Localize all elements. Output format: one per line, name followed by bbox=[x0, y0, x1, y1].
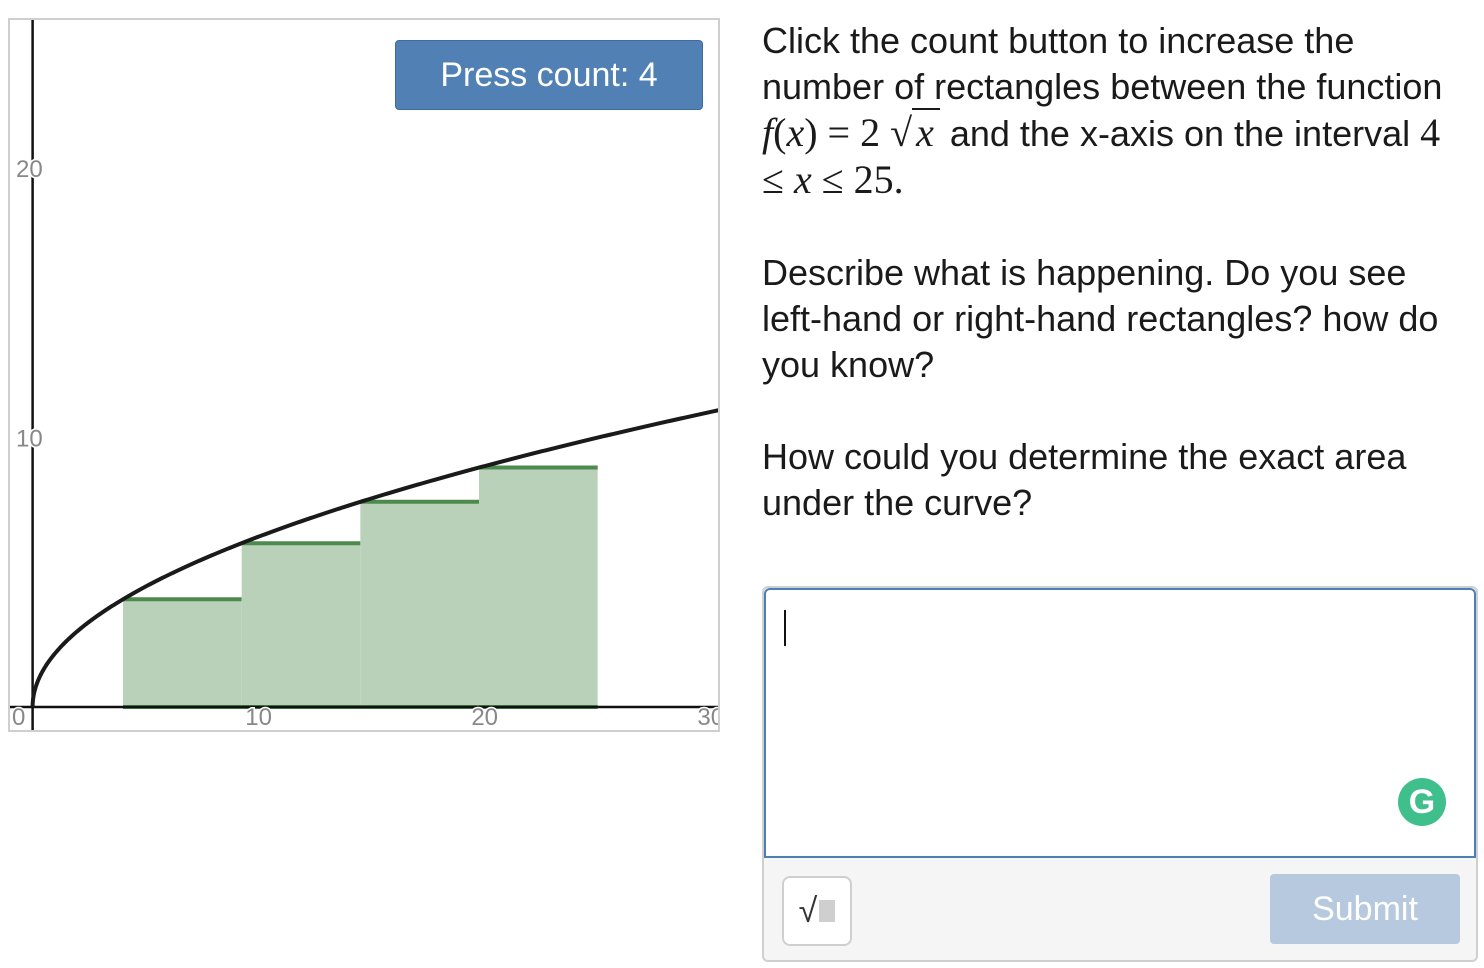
y-tick-label-20: 20 bbox=[16, 156, 43, 183]
question-paragraph-3: How could you determine the exact area u… bbox=[762, 436, 1407, 523]
question-prompt: Click the count button to increase the n… bbox=[762, 18, 1462, 572]
answer-textarea[interactable] bbox=[764, 588, 1476, 858]
graph-panel[interactable]: 0 10 20 30 10 20 Press count: 4 bbox=[8, 18, 720, 732]
placeholder-box-icon bbox=[819, 900, 836, 922]
sqrt-symbol: √ x bbox=[890, 108, 940, 156]
grammarly-icon[interactable]: G bbox=[1398, 778, 1446, 826]
prompt-text-2: and the x-axis on the interval bbox=[949, 113, 1411, 154]
text-cursor bbox=[784, 610, 786, 646]
math-editor-button[interactable]: √ bbox=[782, 876, 852, 946]
x-tick-label-30: 30 bbox=[697, 704, 720, 731]
function-formula: f(x) = 2 √ x bbox=[762, 108, 950, 156]
press-count-button[interactable]: Press count: 4 bbox=[395, 40, 703, 110]
rectangle-4 bbox=[479, 467, 598, 708]
riemann-sum-graph[interactable]: 0 10 20 30 10 20 bbox=[10, 20, 720, 732]
answer-panel: G √ Submit bbox=[762, 586, 1478, 962]
x-tick-label-20: 20 bbox=[471, 704, 498, 731]
y-tick-label-10: 10 bbox=[16, 426, 43, 453]
sqrt-icon: √ bbox=[798, 891, 818, 930]
submit-button[interactable]: Submit bbox=[1270, 874, 1460, 944]
rectangle-2 bbox=[241, 543, 361, 708]
x-tick-label-10: 10 bbox=[245, 704, 272, 731]
question-paragraph-2: Describe what is happening. Do you see l… bbox=[762, 252, 1439, 385]
question-paragraph-1: Click the count button to increase the n… bbox=[762, 18, 1462, 204]
x-tick-label-0: 0 bbox=[12, 704, 25, 731]
prompt-text-1: Click the count button to increase the n… bbox=[762, 20, 1443, 107]
rectangle-3 bbox=[360, 501, 480, 708]
rectangle-1 bbox=[123, 599, 242, 708]
